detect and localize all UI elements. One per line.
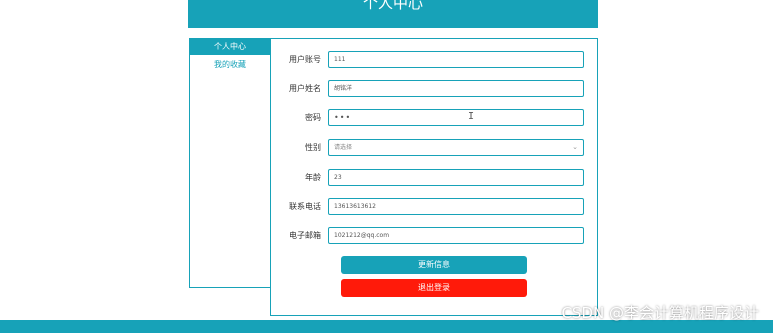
age-label: 年龄 — [305, 173, 321, 182]
username-field[interactable]: 111 — [328, 51, 584, 68]
form-row-name: 用户姓名 胡铭洋 — [271, 80, 597, 98]
page-title-bar: 个人中心 — [188, 0, 598, 28]
password-label: 密码 — [305, 113, 321, 122]
profile-form: 用户账号 111 用户姓名 胡铭洋 密码 ••• 性别 请选择 ⌄ 年龄 23 … — [270, 38, 598, 316]
gender-label: 性别 — [305, 143, 321, 152]
form-row-phone: 联系电话 13613613612 — [271, 198, 597, 216]
name-field[interactable]: 胡铭洋 — [328, 80, 584, 97]
watermark: CSDN @李会计算机程序设计 — [561, 304, 759, 322]
email-label: 电子邮箱 — [289, 231, 321, 240]
page-title: 个人中心 — [362, 0, 423, 12]
username-label: 用户账号 — [289, 55, 321, 64]
sidebar-item-profile[interactable]: 个人中心 — [190, 39, 270, 55]
phone-field[interactable]: 13613613612 — [328, 198, 584, 215]
form-row-password: 密码 ••• — [271, 109, 597, 127]
text-cursor-icon: I — [468, 111, 475, 122]
phone-label: 联系电话 — [289, 202, 321, 211]
form-row-username: 用户账号 111 — [271, 51, 597, 69]
email-field[interactable]: 1021212@qq.com — [328, 227, 584, 244]
gender-select[interactable]: 请选择 ⌄ — [328, 139, 584, 156]
sidebar: 个人中心 我的收藏 — [189, 38, 271, 288]
password-field[interactable]: ••• — [328, 109, 584, 126]
logout-button[interactable]: 退出登录 — [341, 279, 527, 297]
update-info-button[interactable]: 更新信息 — [341, 256, 527, 274]
age-field[interactable]: 23 — [328, 169, 584, 186]
form-row-gender: 性别 请选择 ⌄ — [271, 139, 597, 157]
form-row-email: 电子邮箱 1021212@qq.com — [271, 227, 597, 245]
gender-placeholder: 请选择 — [334, 144, 353, 151]
sidebar-item-favorites[interactable]: 我的收藏 — [190, 57, 270, 73]
form-row-age: 年龄 23 — [271, 169, 597, 187]
name-label: 用户姓名 — [289, 84, 321, 93]
chevron-down-icon: ⌄ — [572, 143, 578, 151]
